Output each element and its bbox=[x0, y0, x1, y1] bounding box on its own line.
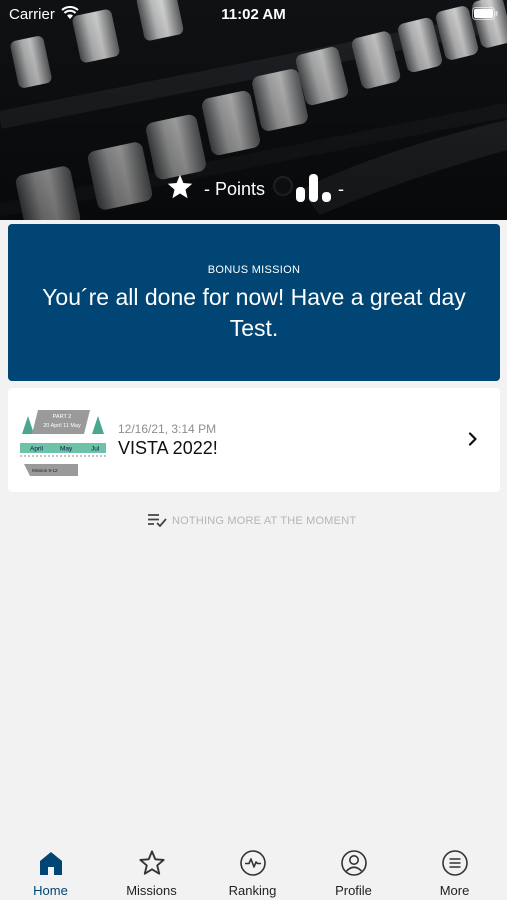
thumb-part: PART 2 bbox=[53, 414, 72, 420]
chevron-right-icon bbox=[468, 432, 477, 446]
star-icon bbox=[167, 174, 193, 199]
bonus-mission-card[interactable]: BONUS MISSION You´re all done for now! H… bbox=[8, 224, 500, 381]
bonus-mission-label: BONUS MISSION bbox=[207, 264, 301, 276]
pulse-icon bbox=[240, 850, 266, 876]
tab-profile-label: Profile bbox=[335, 883, 372, 898]
header-banner: Carrier 11:02 AM - Points - bbox=[0, 0, 507, 220]
status-time: 11:02 AM bbox=[221, 6, 286, 23]
thumb-month-3: Jul bbox=[91, 446, 100, 453]
ranking-chart-icon bbox=[296, 174, 331, 202]
empty-state-text: NOTHING MORE AT THE MOMENT bbox=[172, 515, 357, 527]
tab-home-label: Home bbox=[33, 883, 68, 898]
tab-ranking-label: Ranking bbox=[228, 883, 277, 898]
mission-date: 12/16/21, 3:14 PM bbox=[118, 422, 217, 436]
status-bar: Carrier 11:02 AM bbox=[0, 0, 507, 28]
thumb-dates: 20 April 11 May bbox=[43, 423, 81, 429]
star-icon bbox=[139, 850, 165, 875]
tab-more-label: More bbox=[439, 883, 470, 898]
points-summary: - Points - bbox=[0, 172, 507, 204]
home-icon bbox=[40, 852, 62, 875]
tab-profile[interactable]: Profile bbox=[303, 843, 404, 900]
ranking-value: - bbox=[338, 179, 344, 199]
tab-bar: Home Missions Ranking Profile More bbox=[0, 843, 507, 900]
battery-icon bbox=[472, 7, 498, 20]
mission-list-item[interactable]: PART 2 20 April 11 May April May Jul Mis… bbox=[8, 388, 500, 492]
mission-title: VISTA 2022! bbox=[118, 438, 218, 458]
thumb-month-1: April bbox=[30, 446, 44, 453]
mission-thumbnail: PART 2 20 April 11 May April May Jul Mis… bbox=[18, 406, 108, 481]
user-icon bbox=[341, 850, 367, 876]
thumb-tag: Mission 9-12 bbox=[32, 468, 58, 473]
tab-more[interactable]: More bbox=[404, 843, 505, 900]
bonus-mission-message: You´re all done for now! Have a great da… bbox=[42, 284, 466, 341]
tab-missions[interactable]: Missions bbox=[101, 843, 202, 900]
tab-home[interactable]: Home bbox=[0, 843, 101, 900]
points-label: - Points bbox=[204, 179, 266, 199]
menu-icon bbox=[442, 850, 468, 876]
tab-ranking[interactable]: Ranking bbox=[202, 843, 303, 900]
empty-state: NOTHING MORE AT THE MOMENT bbox=[0, 513, 507, 529]
checklist-icon bbox=[148, 514, 167, 527]
tab-missions-label: Missions bbox=[126, 883, 177, 898]
thumb-month-2: May bbox=[60, 446, 73, 453]
